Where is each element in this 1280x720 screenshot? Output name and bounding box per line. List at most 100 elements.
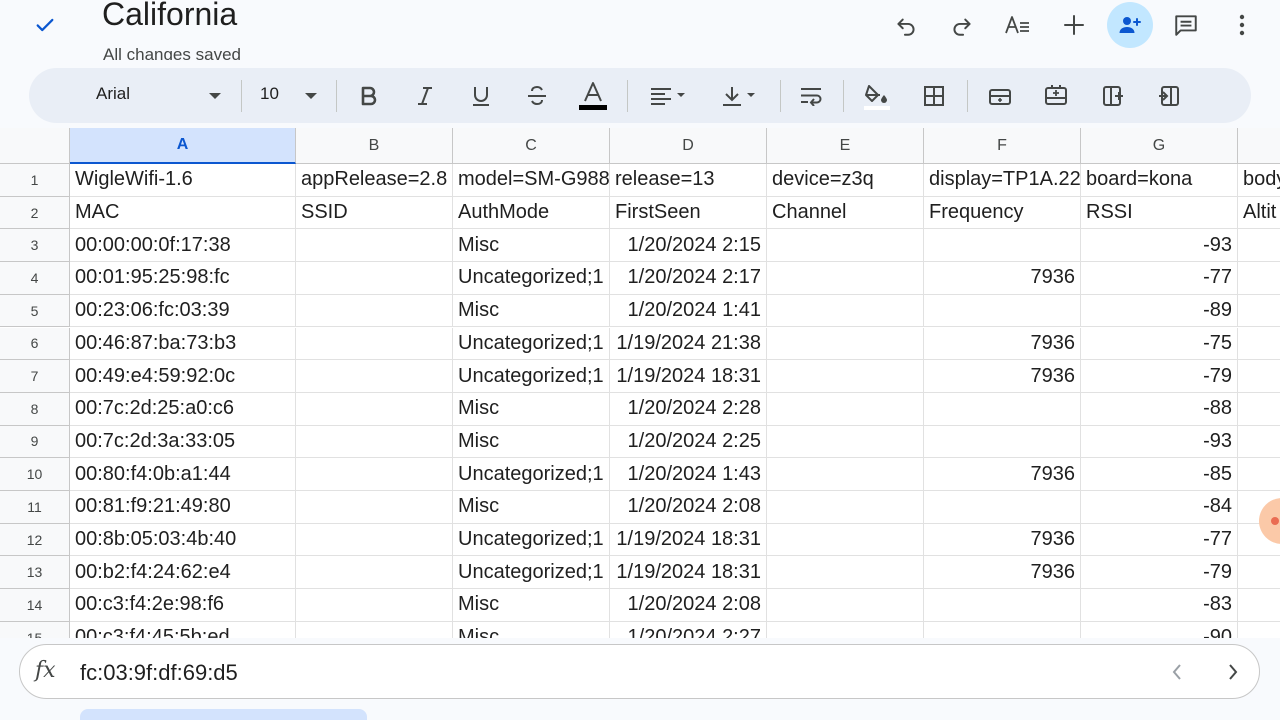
table-cell[interactable] — [296, 294, 453, 328]
text-wrap-icon[interactable] — [795, 78, 827, 114]
table-cell[interactable]: Misc — [453, 491, 610, 524]
row-header[interactable]: 7 — [0, 360, 70, 393]
table-cell[interactable]: 7936 — [924, 262, 1081, 295]
table-cell[interactable]: Misc — [453, 392, 610, 426]
underline-icon[interactable] — [465, 78, 497, 114]
table-cell[interactable] — [767, 589, 924, 622]
table-cell[interactable]: MAC — [70, 196, 296, 230]
table-cell[interactable]: display=TP1A.22 — [924, 164, 1081, 197]
table-cell[interactable]: 00:8b:05:03:4b:40 — [70, 523, 296, 557]
table-cell[interactable]: appRelease=2.8 — [296, 164, 453, 197]
table-cell[interactable]: 1/20/2024 2:08 — [610, 491, 767, 524]
table-cell[interactable]: model=SM-G988 — [453, 164, 610, 197]
table-cell[interactable]: Altit — [1238, 197, 1280, 230]
table-cell[interactable]: device=z3q — [767, 164, 924, 197]
table-cell[interactable]: 1/19/2024 18:31 — [610, 523, 767, 557]
table-cell[interactable] — [767, 621, 924, 638]
horizontal-align-icon[interactable] — [647, 78, 691, 114]
chevron-down-icon[interactable] — [299, 78, 323, 114]
table-cell[interactable]: 7936 — [924, 327, 1081, 361]
table-cell[interactable]: WigleWifi-1.6 — [70, 164, 296, 197]
chevron-down-icon[interactable] — [203, 78, 227, 114]
table-cell[interactable]: 5 — [1238, 295, 1280, 328]
table-cell[interactable] — [924, 392, 1081, 426]
column-header-g[interactable]: G — [1081, 128, 1238, 164]
table-cell[interactable] — [924, 294, 1081, 328]
strikethrough-icon[interactable] — [521, 78, 553, 114]
table-cell[interactable]: 1/20/2024 1:41 — [610, 294, 767, 328]
table-cell[interactable]: -85 — [1081, 458, 1238, 491]
insert-column-right-icon[interactable] — [1153, 78, 1185, 114]
row-header[interactable]: 5 — [0, 294, 70, 328]
table-cell[interactable]: release=13 — [610, 164, 767, 197]
table-cell[interactable]: 00:7c:2d:25:a0:c6 — [70, 392, 296, 426]
table-cell[interactable]: Frequency — [924, 196, 1081, 230]
table-cell[interactable]: Misc — [453, 621, 610, 638]
table-cell[interactable] — [296, 360, 453, 393]
table-cell[interactable]: Uncategorized;1 — [453, 556, 610, 590]
table-cell[interactable]: 3 — [1238, 393, 1280, 426]
table-cell[interactable]: 1/20/2024 2:28 — [610, 392, 767, 426]
table-cell[interactable] — [296, 229, 453, 263]
table-cell[interactable]: -77 — [1081, 523, 1238, 557]
table-cell[interactable]: 1/20/2024 2:15 — [610, 229, 767, 263]
column-header-h[interactable] — [1238, 128, 1280, 164]
row-header[interactable]: 6 — [0, 327, 70, 361]
table-cell[interactable] — [296, 425, 453, 459]
row-header[interactable]: 13 — [0, 556, 70, 590]
table-cell[interactable] — [767, 360, 924, 393]
table-cell[interactable]: 00:80:f4:0b:a1:44 — [70, 458, 296, 491]
select-all-corner[interactable] — [0, 128, 70, 164]
table-cell[interactable] — [1238, 360, 1280, 393]
table-cell[interactable]: FirstSeen — [610, 196, 767, 230]
table-cell[interactable]: 1/19/2024 21:38 — [610, 327, 767, 361]
table-cell[interactable]: Misc — [453, 425, 610, 459]
table-cell[interactable]: 00:c3:f4:2e:98:f6 — [70, 589, 296, 622]
italic-icon[interactable] — [409, 78, 441, 114]
table-cell[interactable]: -2 — [1238, 262, 1280, 295]
table-cell[interactable] — [296, 458, 453, 491]
table-cell[interactable]: Uncategorized;1 — [453, 360, 610, 393]
column-header-e[interactable]: E — [767, 128, 924, 164]
table-cell[interactable]: -2 — [1238, 229, 1280, 263]
table-cell[interactable] — [767, 491, 924, 524]
column-header-f[interactable]: F — [924, 128, 1081, 164]
table-cell[interactable]: 1/20/2024 2:17 — [610, 262, 767, 295]
redo-icon[interactable] — [942, 5, 982, 45]
chevron-right-icon[interactable] — [1219, 658, 1247, 686]
table-cell[interactable] — [296, 262, 453, 295]
row-header[interactable]: 11 — [0, 491, 70, 524]
column-header-c[interactable]: C — [453, 128, 610, 164]
table-cell[interactable]: 5 — [1238, 589, 1280, 622]
vertical-align-icon[interactable] — [719, 78, 763, 114]
formula-bar[interactable]: fx fc:03:9f:df:69:d5 — [19, 644, 1260, 699]
table-cell[interactable] — [767, 458, 924, 491]
table-cell[interactable]: -77 — [1081, 262, 1238, 295]
table-cell[interactable]: -88 — [1081, 392, 1238, 426]
table-cell[interactable] — [767, 294, 924, 328]
table-cell[interactable]: Misc — [453, 229, 610, 263]
row-header[interactable]: 2 — [0, 196, 70, 230]
table-cell[interactable]: -79 — [1081, 360, 1238, 393]
sheet-tab[interactable] — [80, 709, 367, 720]
table-cell[interactable]: 00:00:00:0f:17:38 — [70, 229, 296, 263]
document-title[interactable]: California — [102, 0, 237, 33]
table-cell[interactable]: 1/20/2024 2:27 — [610, 621, 767, 638]
table-cell[interactable]: body — [1238, 164, 1280, 197]
spreadsheet-grid[interactable]: A B C D E F G 1 WigleWifi-1.6 appRelease=2.8 model… — [0, 128, 1280, 638]
row-header[interactable]: 9 — [0, 425, 70, 459]
table-cell[interactable] — [767, 229, 924, 263]
table-cell[interactable]: 1/20/2024 1:43 — [610, 458, 767, 491]
row-header[interactable]: 1 — [0, 164, 70, 197]
table-cell[interactable] — [296, 392, 453, 426]
table-cell[interactable]: 7936 — [924, 523, 1081, 557]
undo-icon[interactable] — [886, 5, 926, 45]
table-cell[interactable]: board=kona — [1081, 164, 1238, 197]
table-cell[interactable]: 7936 — [924, 556, 1081, 590]
column-header-a[interactable]: A — [70, 128, 296, 164]
table-cell[interactable]: Channel — [767, 196, 924, 230]
table-cell[interactable] — [924, 425, 1081, 459]
borders-icon[interactable] — [918, 78, 950, 114]
table-cell[interactable] — [296, 327, 453, 361]
table-cell[interactable] — [767, 425, 924, 459]
